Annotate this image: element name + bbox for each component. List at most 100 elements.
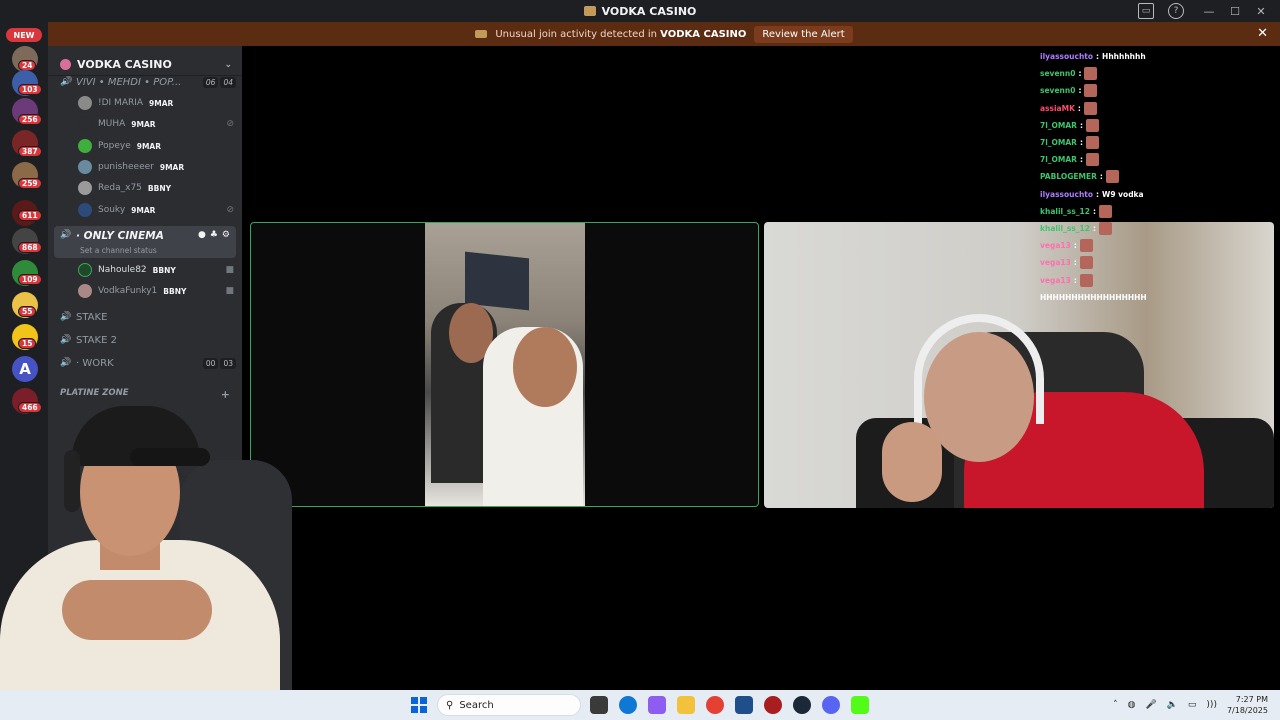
voice-user[interactable]: punisheeeer 9MAR xyxy=(78,157,234,177)
voice-channel-stake-2[interactable]: 🔊 STAKE 2 xyxy=(54,330,236,350)
inbox-icon[interactable]: ▭ xyxy=(1138,3,1154,19)
voice-channel-stake[interactable]: 🔊 STAKE xyxy=(54,307,236,327)
window-controls: — ☐ ✕ xyxy=(1196,0,1274,22)
chat-message: ilyassouchto: W9 vodka xyxy=(1040,186,1190,203)
chat-separator: : xyxy=(1096,52,1100,62)
emote-icon xyxy=(1079,256,1093,270)
display-icon[interactable]: ▭ xyxy=(1188,700,1197,710)
voice-user[interactable]: Reda_x75 BBNY xyxy=(78,178,234,198)
voice-channel-work[interactable]: 🔊 · WORK 00 03 xyxy=(54,353,236,373)
emote-icon xyxy=(1085,136,1099,150)
voice-user[interactable]: MUHA 9MAR ⊘ xyxy=(78,114,234,134)
speaker-icon: 🔊 xyxy=(60,230,72,240)
emote-icon xyxy=(1098,204,1112,218)
avatar xyxy=(78,139,92,153)
chevron-down-icon[interactable]: ⌄ xyxy=(224,60,232,70)
speaker-icon: 🔊 xyxy=(60,77,72,87)
minimize-button[interactable]: — xyxy=(1196,5,1222,18)
video-icon: ■ xyxy=(225,286,234,296)
voice-user[interactable]: VodkaFunky1 BBNY ■ xyxy=(78,281,234,301)
alert-text: Unusual join activity detected in VODKA … xyxy=(495,28,747,40)
server-logo-icon xyxy=(583,6,596,16)
file-explorer-icon[interactable] xyxy=(677,696,695,714)
chevron-up-icon[interactable]: ˄ xyxy=(1113,700,1118,710)
taskbar-search[interactable]: ⚲ Search xyxy=(437,694,581,716)
avatar xyxy=(78,96,92,110)
new-badge[interactable]: NEW xyxy=(6,28,42,42)
network-icon[interactable]: ◍ xyxy=(1128,700,1136,710)
chat-message: khalil_ss_12: xyxy=(1040,203,1190,220)
chat-message: HHHHHHHHHHHHHHHHH xyxy=(1040,289,1190,306)
task-view-icon[interactable] xyxy=(590,696,608,714)
maximize-button[interactable]: ☐ xyxy=(1222,5,1248,18)
chat-message: assiaMK: xyxy=(1040,100,1190,117)
head-shape xyxy=(513,327,577,407)
close-alert-icon[interactable]: ✕ xyxy=(1257,26,1268,41)
user-count: 00 03 xyxy=(202,357,236,369)
speaker-icon: 🔊 xyxy=(60,358,72,368)
avatar xyxy=(78,181,92,195)
chat-username: ilyassouchto xyxy=(1040,189,1094,199)
chat-message: vega13: xyxy=(1040,254,1190,271)
voice-channel-vivi[interactable]: 🔊 VIVI • MEHDI • POP... 06 04 xyxy=(54,72,236,92)
voice-user[interactable]: Nahoule82 BBNY ■ xyxy=(78,260,234,280)
avatar xyxy=(78,284,92,298)
chat-message: ilyassouchto: Hhhhhhhh xyxy=(1040,48,1190,65)
video-tile-speaking[interactable] xyxy=(250,222,759,507)
avatar xyxy=(78,160,92,174)
emote-icon xyxy=(1085,153,1099,167)
chat-separator: : xyxy=(1099,172,1103,182)
emote-icon xyxy=(1098,221,1112,235)
chat-message: 7l_OMAR: xyxy=(1040,134,1190,151)
muted-icon: ⊘ xyxy=(226,119,234,129)
stream-chat-overlay: ilyassouchto: Hhhhhhhh sevenn0: sevenn0: ass… xyxy=(1040,48,1190,306)
kick-icon[interactable] xyxy=(851,696,869,714)
avatar xyxy=(78,203,92,217)
help-icon[interactable]: ? xyxy=(1168,3,1184,19)
copilot-icon[interactable] xyxy=(648,696,666,714)
chat-separator: : xyxy=(1078,86,1082,96)
chat-separator: : xyxy=(1079,120,1083,130)
streamer-webcam xyxy=(0,400,296,700)
channel-status[interactable]: Set a channel status xyxy=(80,246,157,255)
gear-icon[interactable]: ⚙ xyxy=(222,230,230,240)
store-icon[interactable] xyxy=(735,696,753,714)
discord-icon[interactable] xyxy=(822,696,840,714)
chrome-icon[interactable] xyxy=(706,696,724,714)
video-icon: ■ xyxy=(225,265,234,275)
edge-icon[interactable] xyxy=(619,696,637,714)
video-tile[interactable] xyxy=(764,222,1274,508)
chat-username: PABLOGEMER xyxy=(1040,172,1097,182)
start-icon[interactable] xyxy=(411,697,427,713)
invite-icon[interactable]: ♣ xyxy=(210,230,218,240)
chat-username: khalil_ss_12 xyxy=(1040,223,1090,233)
alert-icon xyxy=(475,30,488,38)
steam-icon[interactable] xyxy=(793,696,811,714)
review-alert-button[interactable]: Review the Alert xyxy=(754,25,853,43)
clock[interactable]: 7:27 PM 7/18/2025 xyxy=(1227,694,1268,716)
mic-icon[interactable]: 🎤 xyxy=(1145,700,1156,710)
server-icon-a[interactable]: A xyxy=(12,356,38,382)
chat-message: sevenn0: xyxy=(1040,65,1190,82)
app-icon[interactable] xyxy=(764,696,782,714)
hand-shape xyxy=(882,422,942,502)
voice-user[interactable]: Popeye 9MAR xyxy=(78,136,234,156)
avatar xyxy=(78,117,92,131)
chat-username: vega13 xyxy=(1040,241,1071,251)
chat-username: vega13 xyxy=(1040,258,1071,268)
close-window-button[interactable]: ✕ xyxy=(1248,5,1274,18)
voice-user[interactable]: !DI MARIA 9MAR xyxy=(78,93,234,113)
voice-user[interactable]: Souky 9MAR ⊘ xyxy=(78,200,234,220)
title-bar-icons: ▭ ? xyxy=(1138,3,1184,19)
emote-icon xyxy=(1079,239,1093,253)
channel-actions: ● ♣ ⚙ xyxy=(198,230,230,240)
voice-channel-only-cinema[interactable]: 🔊 · ONLY CINEMA Set a channel status ● ♣… xyxy=(54,226,236,258)
mention-badge: 387 xyxy=(18,146,42,157)
volume-icon[interactable]: ))) xyxy=(1206,700,1217,710)
avatar xyxy=(78,263,92,277)
mention-badge: 611 xyxy=(18,210,42,221)
speaker-icon[interactable]: 🔈 xyxy=(1167,700,1178,710)
chat-separator: : xyxy=(1073,258,1077,268)
chat-username: assiaMK xyxy=(1040,103,1075,113)
chat-icon[interactable]: ● xyxy=(198,230,206,240)
